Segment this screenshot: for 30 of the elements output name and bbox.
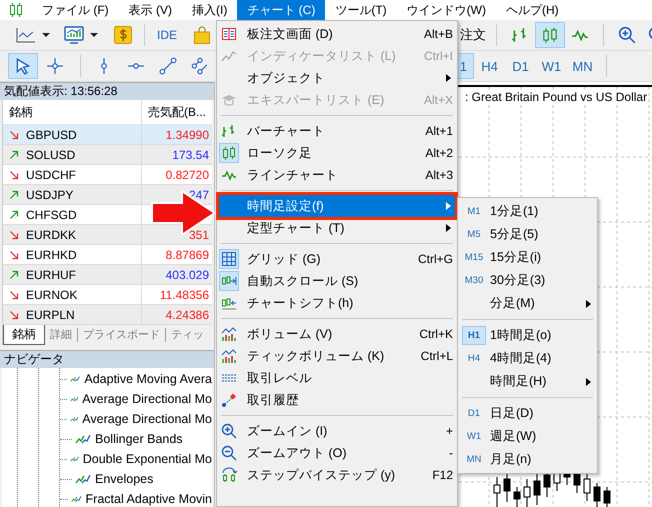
timeframe-code: M15 <box>464 252 484 263</box>
symbol-text: USDJPY <box>26 186 74 204</box>
timeframe-code: H1 <box>468 330 480 341</box>
symbol-text: EURNOK <box>26 286 78 304</box>
symbol-text: EURDKK <box>26 226 76 244</box>
symbol-text: EURHKD <box>26 246 77 264</box>
bid-price: 1.34990 <box>166 128 209 142</box>
timeframe-code: M1 <box>467 206 481 217</box>
bid-price: 0.82720 <box>166 168 209 182</box>
bid-price: 11.48356 <box>160 288 209 302</box>
timeframe-code: M5 <box>467 229 481 240</box>
symbol-text: USDCHF <box>26 166 76 184</box>
symbol-text: GBPUSD <box>26 126 77 144</box>
timeframe-code: M30 <box>464 275 484 286</box>
timeframe-code: MN <box>466 454 482 465</box>
symbol-text: EURHUF <box>26 266 76 284</box>
panel-title: 気配値表示: 13:56:28 <box>0 82 214 100</box>
bid-price: 403.029 <box>166 268 209 282</box>
timeframe-code: H4 <box>468 353 480 364</box>
bid-price: 8.87869 <box>166 248 209 262</box>
bid-price: 351 <box>188 228 209 242</box>
panel-title: ナビゲータ <box>0 350 214 368</box>
timeframe-code: W1 <box>466 431 482 442</box>
timeframe-code: D1 <box>468 408 480 419</box>
symbol-text: EURPLN <box>26 306 75 324</box>
bid-price: 173.54 <box>172 148 209 162</box>
bid-price: 4.24386 <box>166 308 209 322</box>
symbol-text: CHFSGD <box>26 206 77 224</box>
symbol-text: SOLUSD <box>26 146 76 164</box>
chart-title: : Great Britain Pound vs US Dollar <box>465 90 648 104</box>
